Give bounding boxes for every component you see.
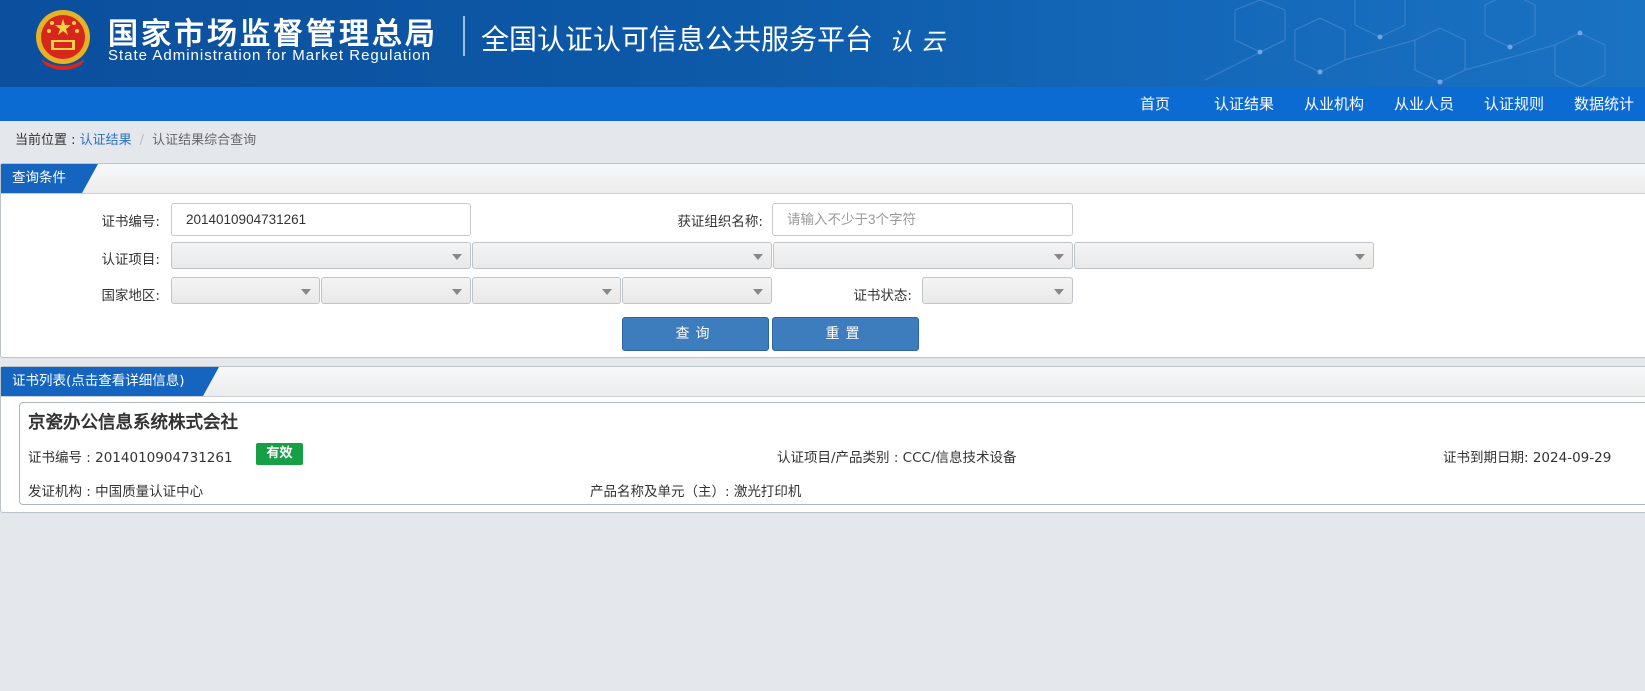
nav-item-cert-results[interactable]: 认证结果 [1214, 87, 1274, 121]
hexagon-network-decoration [1204, 0, 1606, 87]
search-button[interactable]: 查询 [622, 317, 769, 351]
breadcrumb-separator: / [139, 133, 145, 148]
agency-title-en: State Administration for Market Regulati… [108, 47, 431, 64]
caret-down-icon [753, 289, 763, 295]
org-name-label: 获证组织名称: [677, 214, 763, 230]
caret-down-icon [1054, 254, 1064, 260]
region-select-2[interactable] [321, 277, 471, 304]
nav-item-institutions[interactable]: 从业机构 [1304, 87, 1364, 121]
nav-item-personnel[interactable]: 从业人员 [1394, 87, 1454, 121]
caret-down-icon [1054, 289, 1064, 295]
cert-issuer-text: 发证机构 : 中国质量认证中心 [28, 484, 204, 500]
caret-down-icon [602, 289, 612, 295]
breadcrumb-prefix: 当前位置 : [15, 133, 80, 148]
cert-expiry-text: 证书到期日期: 2024-09-29 [1443, 450, 1612, 466]
cert-project-text: 认证项目/产品类别 : CCC/信息技术设备 [777, 450, 1017, 466]
region-select-4[interactable] [622, 277, 772, 304]
cert-product-text: 产品名称及单元（主）: 激光打印机 [590, 484, 802, 500]
cert-project-select-3[interactable] [773, 242, 1073, 269]
cloud-logo: 认 云 [889, 28, 945, 56]
cert-no-input[interactable] [171, 203, 471, 236]
cert-project-label: 认证项目: [101, 252, 160, 268]
breadcrumb-link-cert-results[interactable]: 认证结果 [80, 133, 132, 148]
query-panel-header: 查询条件 [1, 164, 1645, 194]
region-select-1[interactable] [171, 277, 320, 304]
platform-name: 全国认证认可信息公共服务平台 [481, 23, 874, 56]
org-name-input[interactable] [772, 203, 1073, 236]
reset-button[interactable]: 重置 [772, 317, 919, 351]
cert-project-select-1[interactable] [171, 242, 471, 269]
query-panel-tab: 查询条件 [1, 164, 98, 193]
cert-project-select-2[interactable] [472, 242, 772, 269]
national-emblem-icon [36, 10, 90, 70]
nav-item-statistics[interactable]: 数据统计 [1574, 87, 1634, 121]
caret-down-icon [753, 254, 763, 260]
site-header: 国家市场监督管理总局 State Administration for Mark… [0, 0, 1645, 87]
cert-no-text: 证书编号 : 2014010904731261 [28, 450, 233, 466]
cert-list-panel-tab: 证书列表(点击查看详细信息) [1, 367, 219, 396]
caret-down-icon [301, 289, 311, 295]
caret-down-icon [452, 254, 462, 260]
nav-item-cert-rules[interactable]: 认证规则 [1484, 87, 1544, 121]
nav-item-home[interactable]: 首页 [1140, 87, 1170, 121]
region-label: 国家地区: [101, 288, 160, 304]
cert-project-select-4[interactable] [1074, 242, 1374, 269]
breadcrumb: 当前位置 : 认证结果 / 认证结果综合查询 [15, 131, 256, 151]
status-badge: 有效 [256, 443, 303, 465]
caret-down-icon [452, 289, 462, 295]
cert-status-label: 证书状态: [853, 288, 912, 304]
cert-org-name[interactable]: 京瓷办公信息系统株式会社 [28, 409, 238, 434]
title-divider [463, 16, 465, 56]
cert-list-panel-title: 证书列表(点击查看详细信息) [12, 373, 185, 389]
cert-no-label: 证书编号: [101, 214, 160, 230]
caret-down-icon [1355, 254, 1365, 260]
cert-list-panel-header: 证书列表(点击查看详细信息) [1, 367, 1645, 397]
breadcrumb-current: 认证结果综合查询 [152, 133, 257, 148]
region-select-3[interactable] [472, 277, 621, 304]
main-nav: 首页 认证结果 从业机构 从业人员 认证规则 数据统计 [0, 87, 1645, 121]
cert-status-select[interactable] [922, 277, 1073, 304]
cert-result-card[interactable]: 京瓷办公信息系统株式会社 证书编号 : 2014010904731261 有效 … [19, 402, 1645, 505]
query-panel-title: 查询条件 [12, 170, 66, 186]
